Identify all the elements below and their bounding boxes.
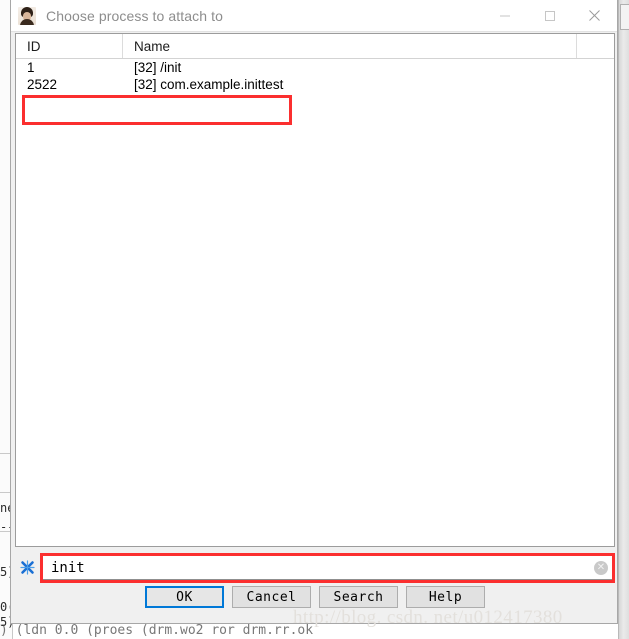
row-highlight-annotation (22, 95, 292, 125)
filter-row: ✕ (15, 553, 615, 583)
dialog-buttons: OK Cancel Search Help (11, 586, 619, 608)
choose-process-dialog: Choose process to attach to ID Name 1 [3… (10, 0, 618, 624)
table-row[interactable]: 1 [32] /init (16, 59, 614, 76)
row-id: 1 (27, 60, 35, 75)
column-header-name[interactable]: Name (123, 34, 577, 58)
help-button[interactable]: Help (406, 586, 485, 608)
column-header-spacer (577, 34, 614, 58)
column-header-id[interactable]: ID (16, 34, 123, 58)
background-right-panel (618, 0, 629, 639)
row-name: [32] /init (134, 60, 182, 75)
screen-root: ne -- 5) 0( 5) ) (ldn 0.0 (proes (drm.wo… (0, 0, 629, 639)
search-button[interactable]: Search (319, 586, 398, 608)
title-bar[interactable]: Choose process to attach to (11, 0, 617, 32)
background-right-tab[interactable] (620, 4, 629, 30)
process-list-body: 1 [32] /init 2522 [32] com.example.initt… (16, 59, 614, 125)
ok-button[interactable]: OK (145, 586, 224, 608)
filter-input[interactable] (43, 556, 612, 580)
watermark: http://blog. csdn. net/u012417380 (293, 607, 563, 628)
row-id: 2522 (27, 77, 58, 92)
window-title: Choose process to attach to (46, 7, 224, 24)
process-list-header: ID Name (16, 34, 614, 59)
window-controls (482, 0, 617, 31)
maximize-button[interactable] (527, 0, 572, 31)
row-name: [32] com.example.inittest (134, 77, 284, 92)
table-row[interactable]: 2522 [32] com.example.inittest (16, 76, 614, 93)
clear-circle-icon[interactable]: ✕ (594, 561, 608, 575)
person-photo-icon (18, 6, 36, 25)
filter-input-annotation: ✕ (40, 553, 615, 583)
filter-clear-icon[interactable] (19, 559, 36, 576)
process-list[interactable]: ID Name 1 [32] /init 2522 [32] com.examp… (15, 33, 615, 547)
cancel-button[interactable]: Cancel (232, 586, 311, 608)
minimize-button[interactable] (482, 0, 527, 31)
close-button[interactable] (572, 0, 617, 31)
